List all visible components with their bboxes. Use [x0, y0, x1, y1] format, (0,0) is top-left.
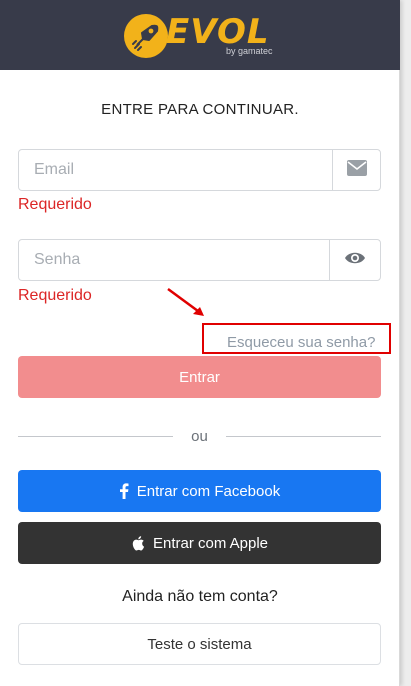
login-card: EVOL by gamatec ENTRE PARA CONTINUAR. Re… — [0, 0, 400, 686]
apple-icon — [131, 535, 145, 551]
envelope-icon — [346, 159, 367, 181]
trial-button[interactable]: Teste o sistema — [18, 623, 381, 665]
page-title: ENTRE PARA CONTINUAR. — [101, 101, 299, 118]
forgot-password-link[interactable]: Esqueceu sua senha? — [227, 334, 375, 351]
rocket-logo-icon — [124, 14, 168, 58]
divider-text: ou — [191, 427, 208, 445]
annotation-arrow-icon — [167, 287, 204, 316]
email-addon — [332, 150, 380, 190]
email-input[interactable] — [19, 150, 332, 190]
password-input[interactable] — [19, 240, 329, 280]
email-group — [18, 149, 381, 191]
facebook-login-button[interactable]: Entrar com Facebook — [18, 470, 381, 512]
facebook-login-label: Entrar com Facebook — [136, 482, 281, 500]
no-account-text: Ainda não tem conta? — [122, 588, 278, 605]
apple-login-button[interactable]: Entrar com Apple — [18, 522, 381, 564]
eye-icon — [344, 250, 366, 271]
facebook-icon — [119, 483, 129, 499]
apple-login-label: Entrar com Apple — [152, 534, 269, 552]
divider-line-right — [225, 435, 381, 437]
divider-line-left — [18, 435, 174, 437]
header: EVOL by gamatec — [0, 0, 400, 70]
toggle-password-button[interactable] — [329, 240, 380, 280]
divider: ou — [18, 426, 381, 446]
password-error: Requerido — [18, 287, 92, 304]
email-error: Requerido — [18, 196, 92, 213]
brand-subtitle: by gamatec — [226, 46, 273, 56]
password-group — [18, 239, 381, 281]
logo: EVOL by gamatec — [124, 10, 284, 60]
submit-button[interactable]: Entrar — [18, 356, 381, 398]
